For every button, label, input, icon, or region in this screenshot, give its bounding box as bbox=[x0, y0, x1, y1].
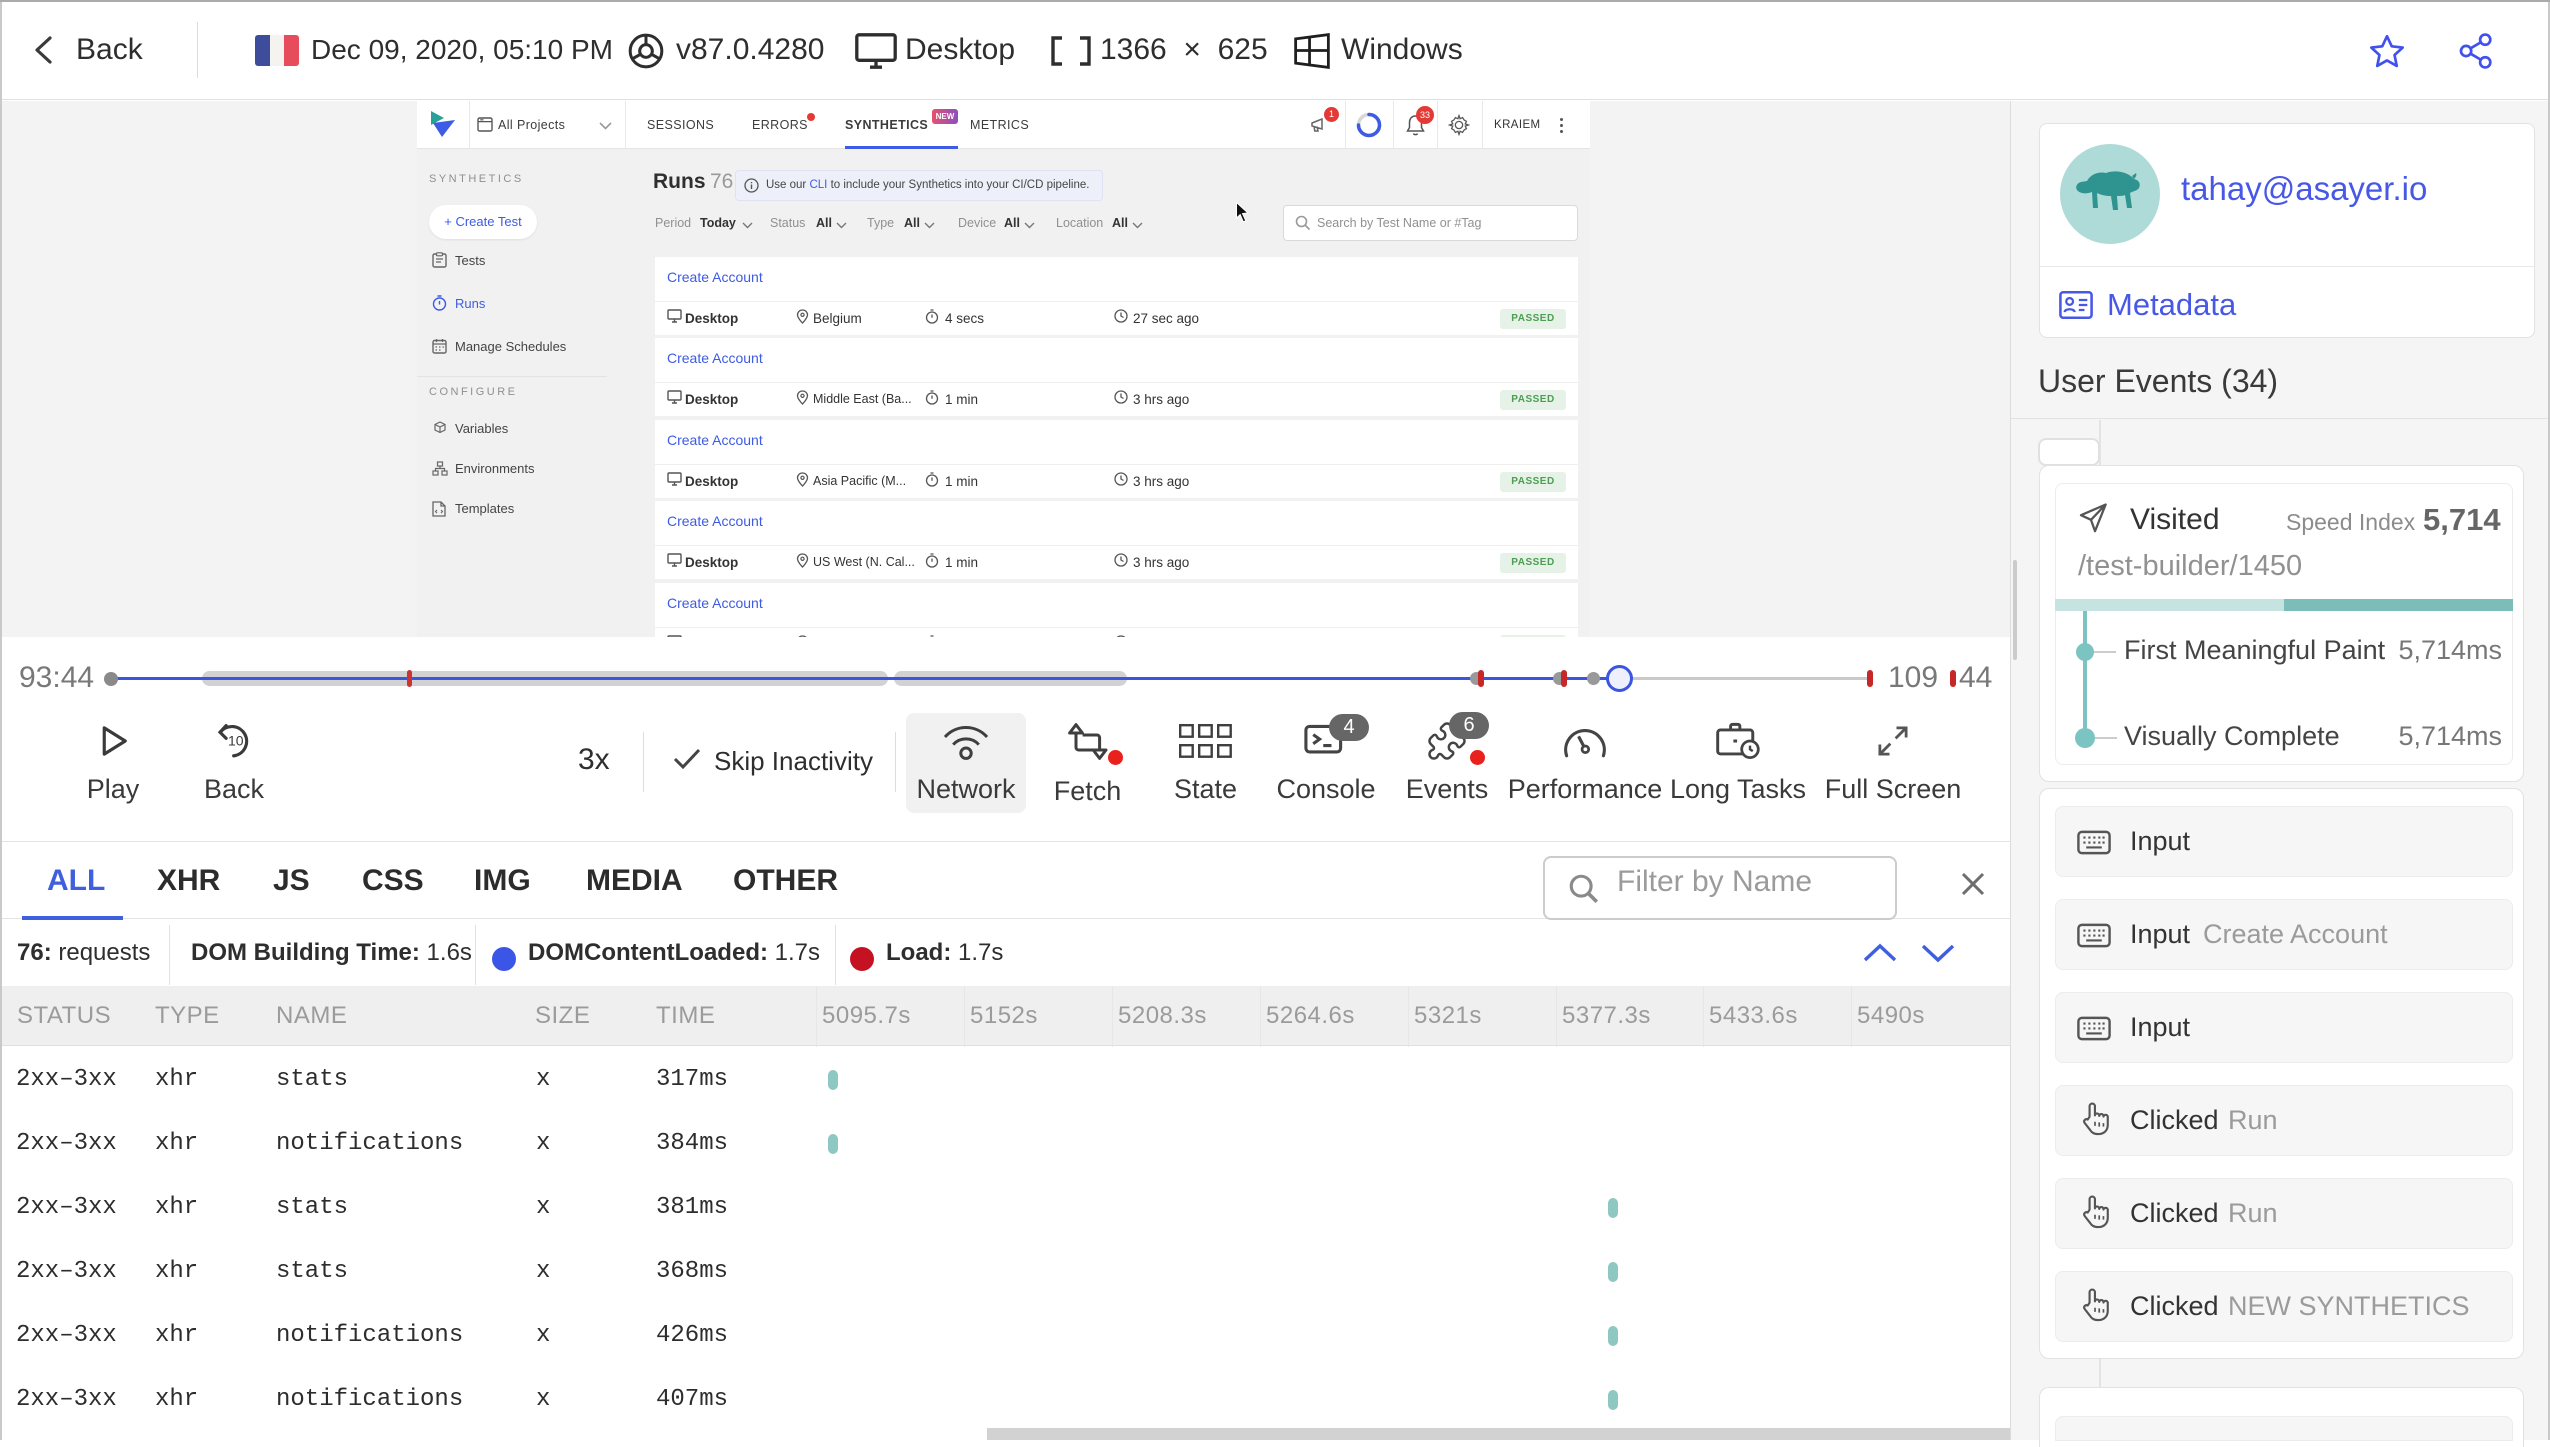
svg-text:10: 10 bbox=[228, 732, 244, 748]
